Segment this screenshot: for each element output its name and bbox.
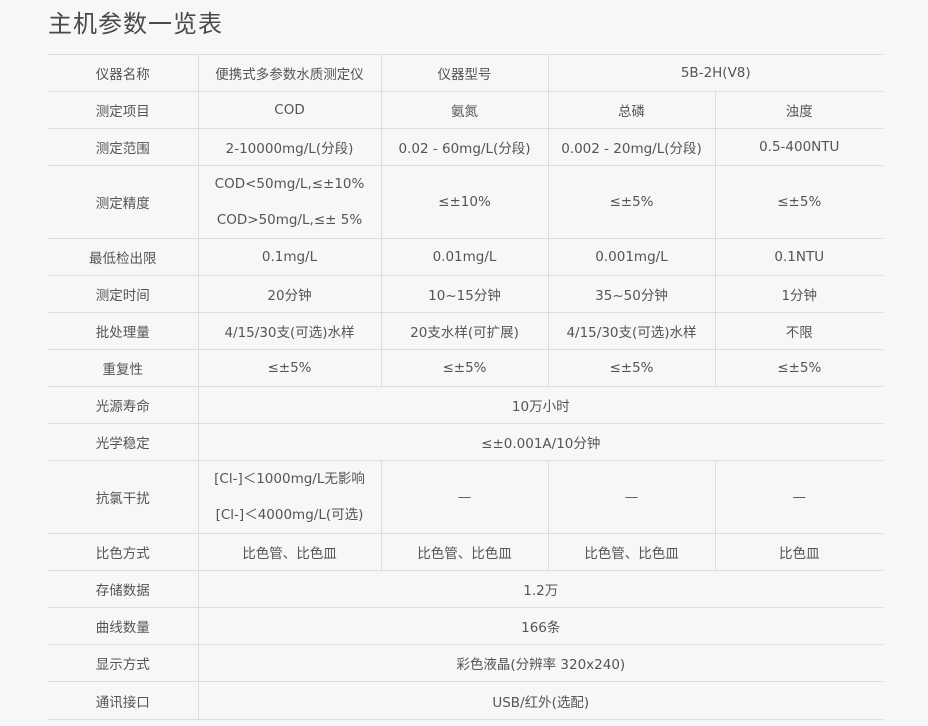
table-cell: 0.001mg/L <box>547 238 715 276</box>
row-label: 重复性 <box>48 349 198 387</box>
table-cell: ≤±5% <box>197 349 381 387</box>
row-label: 最低检出限 <box>48 238 198 276</box>
table-cell: 比色管、比色皿 <box>547 533 715 571</box>
table-cell: ≤±10% <box>380 165 548 239</box>
table-row: 批处理量 4/15/30支(可选)水样 20支水样(可扩展) 4/15/30支(… <box>48 312 884 350</box>
table-cell: COD <box>197 91 381 129</box>
table-cell: 2-10000mg/L(分段) <box>197 128 381 166</box>
row-label: 测定时间 <box>48 275 198 313</box>
row-label: 批处理量 <box>48 312 198 350</box>
table-cell: — <box>714 460 884 534</box>
table-cell: 0.02 - 60mg/L(分段) <box>380 128 548 166</box>
table-cell: [Cl-]＜1000mg/L无影响 [Cl-]＜4000mg/L(可选) <box>197 460 381 534</box>
table-cell: 不限 <box>714 312 884 350</box>
table-cell: 0.1mg/L <box>197 238 381 276</box>
page-title: 主机参数一览表 <box>48 10 223 38</box>
table-cell: ≤±5% <box>547 165 715 239</box>
table-cell: 仪器型号 <box>380 54 548 92</box>
table-cell: 10万小时 <box>197 386 884 424</box>
table-cell: — <box>380 460 548 534</box>
table-cell: 0.5-400NTU <box>714 128 884 166</box>
table-row: 比色方式 比色管、比色皿 比色管、比色皿 比色管、比色皿 比色皿 <box>48 533 884 571</box>
row-label: 测定项目 <box>48 91 198 129</box>
row-label: 显示方式 <box>48 644 198 682</box>
table-cell: ≤±0.001A/10分钟 <box>197 423 884 461</box>
table-row: 存储数据 1.2万 <box>48 570 884 608</box>
table-cell: 比色皿 <box>714 533 884 571</box>
table-cell: 35~50分钟 <box>547 275 715 313</box>
table-row: 最低检出限 0.1mg/L 0.01mg/L 0.001mg/L 0.1NTU <box>48 238 884 276</box>
cell-line: [Cl-]＜4000mg/L(可选) <box>215 507 364 523</box>
table-cell: 比色管、比色皿 <box>380 533 548 571</box>
table-row: 曲线数量 166条 <box>48 607 884 645</box>
table-cell: ≤±5% <box>547 349 715 387</box>
table-row: 光学稳定 ≤±0.001A/10分钟 <box>48 423 884 461</box>
row-label: 比色方式 <box>48 533 198 571</box>
table-cell: 0.002 - 20mg/L(分段) <box>547 128 715 166</box>
cell-line: COD>50mg/L,≤± 5% <box>216 212 363 228</box>
table-cell: 1分钟 <box>714 275 884 313</box>
table-cell: 5B-2H(V8) <box>547 54 884 92</box>
table-row: 仪器名称 便携式多参数水质测定仪 仪器型号 5B-2H(V8) <box>48 54 884 92</box>
table-cell: — <box>547 460 715 534</box>
table-cell: 20分钟 <box>197 275 381 313</box>
row-label: 光学稳定 <box>48 423 198 461</box>
table-row: 重复性 ≤±5% ≤±5% ≤±5% ≤±5% <box>48 349 884 387</box>
table-cell: 比色管、比色皿 <box>197 533 381 571</box>
table-row: 通讯接口 USB/红外(选配) <box>48 681 884 720</box>
table-cell: 彩色液晶(分辨率 320x240) <box>197 644 884 682</box>
row-label: 抗氯干扰 <box>48 460 198 534</box>
row-label: 光源寿命 <box>48 386 198 424</box>
table-row: 测定时间 20分钟 10~15分钟 35~50分钟 1分钟 <box>48 275 884 313</box>
spec-table: 仪器名称 便携式多参数水质测定仪 仪器型号 5B-2H(V8) 测定项目 COD… <box>48 54 884 720</box>
table-cell: 20支水样(可扩展) <box>380 312 548 350</box>
table-row: 显示方式 彩色液晶(分辨率 320x240) <box>48 644 884 682</box>
table-cell: 便携式多参数水质测定仪 <box>197 54 381 92</box>
table-cell: 166条 <box>197 607 884 645</box>
table-row: 测定精度 COD<50mg/L,≤±10% COD>50mg/L,≤± 5% ≤… <box>48 165 884 239</box>
table-cell: 0.01mg/L <box>380 238 548 276</box>
table-cell: COD<50mg/L,≤±10% COD>50mg/L,≤± 5% <box>197 165 381 239</box>
row-label: 存储数据 <box>48 570 198 608</box>
table-cell: 0.1NTU <box>714 238 884 276</box>
table-cell: 10~15分钟 <box>380 275 548 313</box>
table-cell: 4/15/30支(可选)水样 <box>197 312 381 350</box>
table-row: 测定范围 2-10000mg/L(分段) 0.02 - 60mg/L(分段) 0… <box>48 128 884 166</box>
table-cell: 总磷 <box>547 91 715 129</box>
row-label: 测定范围 <box>48 128 198 166</box>
table-cell: 浊度 <box>714 91 884 129</box>
table-cell: 1.2万 <box>197 570 884 608</box>
row-label: 仪器名称 <box>48 54 198 92</box>
table-cell: USB/红外(选配) <box>197 681 884 720</box>
table-cell: ≤±5% <box>714 349 884 387</box>
table-cell: ≤±5% <box>714 165 884 239</box>
cell-line: [Cl-]＜1000mg/L无影响 <box>214 471 365 487</box>
table-cell: 氨氮 <box>380 91 548 129</box>
table-row: 抗氯干扰 [Cl-]＜1000mg/L无影响 [Cl-]＜4000mg/L(可选… <box>48 460 884 534</box>
table-cell: 4/15/30支(可选)水样 <box>547 312 715 350</box>
row-label: 曲线数量 <box>48 607 198 645</box>
table-row: 测定项目 COD 氨氮 总磷 浊度 <box>48 91 884 129</box>
cell-line: COD<50mg/L,≤±10% <box>214 176 365 192</box>
row-label: 测定精度 <box>48 165 198 239</box>
table-row: 光源寿命 10万小时 <box>48 386 884 424</box>
row-label: 通讯接口 <box>48 681 198 720</box>
table-cell: ≤±5% <box>380 349 548 387</box>
